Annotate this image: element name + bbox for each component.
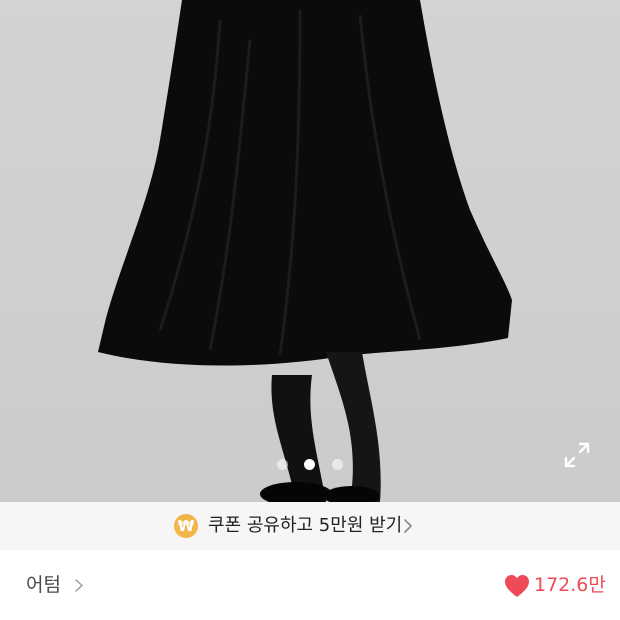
coupon-banner-text: 쿠폰 공유하고 5만원 받기 (208, 515, 403, 536)
chevron-right-icon (404, 519, 412, 533)
skirt-shape (98, 0, 512, 366)
product-image-carousel[interactable] (0, 0, 620, 502)
product-photo (98, 0, 512, 502)
heart-icon[interactable] (504, 574, 530, 598)
brand-name-link[interactable]: 어텀 (26, 572, 61, 598)
leg-right (326, 352, 381, 502)
fullscreen-expand-icon[interactable] (563, 441, 591, 469)
carousel-dot-1[interactable] (277, 459, 288, 470)
carousel-dot-3[interactable] (332, 459, 343, 470)
won-coin-icon: ₩ (174, 514, 198, 538)
coupon-share-banner[interactable]: ₩ 쿠폰 공유하고 5만원 받기 (0, 502, 620, 550)
like-count: 172.6만 (534, 574, 606, 596)
chevron-right-icon[interactable] (74, 579, 84, 592)
carousel-dot-2-active[interactable] (304, 459, 315, 470)
carousel-pagination (0, 459, 620, 471)
product-meta-bar: 어텀 172.6만 (0, 550, 620, 620)
